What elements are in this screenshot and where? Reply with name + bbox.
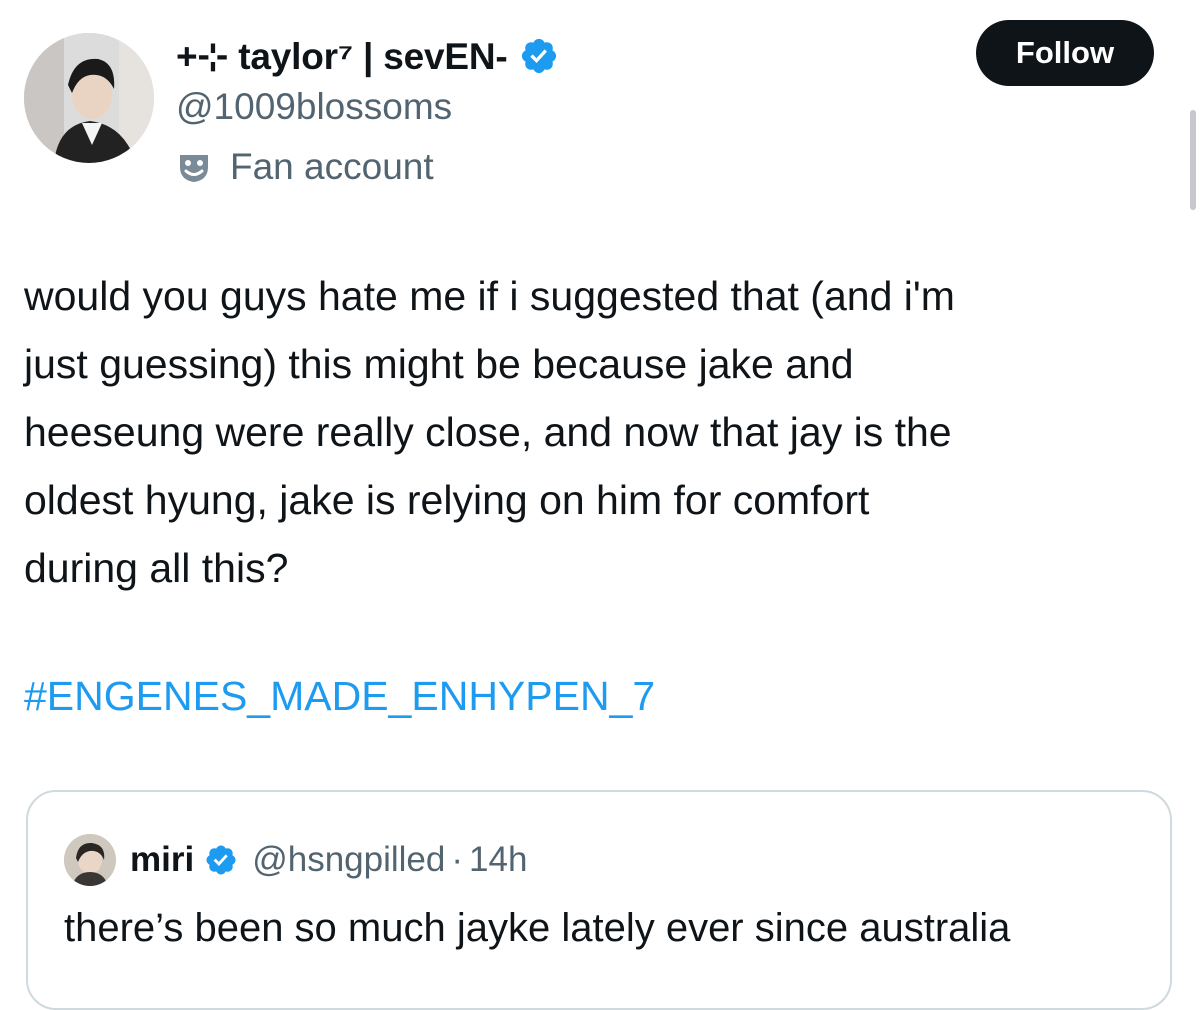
hashtag-link[interactable]: #ENGENES_MADE_ENHYPEN_7 (24, 662, 655, 730)
quoted-tweet-text: there’s been so much jayke lately ever s… (64, 906, 1011, 950)
quoted-author-avatar[interactable] (64, 834, 116, 886)
author-handle[interactable]: @1009blossoms (176, 86, 452, 128)
tweet-text-line: just guessing) this might be because jak… (24, 341, 854, 387)
follow-button[interactable]: Follow (976, 20, 1154, 86)
scrollbar[interactable] (1190, 110, 1196, 210)
tweet-text-line: oldest hyung, jake is relying on him for… (24, 477, 870, 523)
author-display-name[interactable]: +⊹ taylor⁷ | sevEN- (176, 35, 508, 78)
quoted-display-name[interactable]: miri (130, 840, 194, 880)
fan-account-label: Fan account (230, 146, 434, 187)
avatar-image (24, 33, 154, 163)
tweet-text-line: would you guys hate me if i suggested th… (24, 273, 955, 319)
header-separator: · (451, 840, 464, 879)
quoted-timestamp[interactable]: 14h (469, 840, 527, 880)
quoted-handle[interactable]: @hsngpilled (252, 840, 445, 880)
quoted-tweet-header: miri @hsngpilled · 14h (130, 834, 527, 886)
author-name-row: +⊹ taylor⁷ | sevEN- (176, 28, 559, 84)
theater-masks-icon (176, 149, 212, 185)
verified-badge-icon[interactable] (519, 36, 559, 76)
quoted-avatar-image (64, 834, 116, 886)
affiliation-label: Fan account (176, 142, 434, 192)
tweet-text-line: heeseung were really close, and now that… (24, 409, 952, 455)
verified-badge-icon[interactable] (204, 843, 238, 877)
author-avatar[interactable] (24, 33, 154, 163)
tweet-text-line: during all this? (24, 545, 289, 591)
tweet-text: would you guys hate me if i suggested th… (24, 262, 1174, 602)
